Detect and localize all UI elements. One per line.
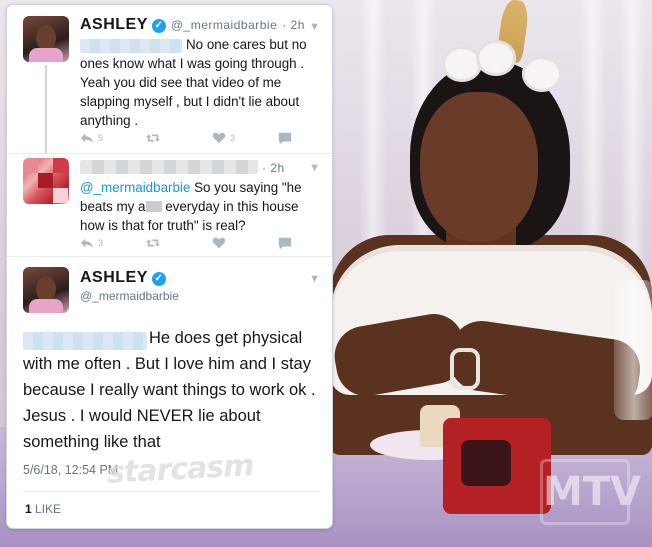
dm-icon (278, 132, 292, 145)
pixel-block (53, 158, 68, 173)
divider (23, 491, 320, 492)
reply-icon (80, 133, 94, 144)
reply-button[interactable]: 3 (80, 236, 146, 250)
reply-button[interactable]: 5 (80, 131, 146, 145)
retweet-button[interactable] (146, 236, 212, 250)
avatar-shirt (29, 299, 63, 313)
pixel-block (38, 173, 53, 188)
like-total: 1 (25, 502, 32, 516)
tweet-text: No one cares but no ones know what I was… (80, 37, 307, 128)
avatar[interactable] (23, 16, 69, 62)
dm-button[interactable] (278, 236, 332, 250)
reply-icon (80, 238, 94, 249)
tweet-datetime[interactable]: 5/6/18, 12:54 PM (23, 463, 118, 477)
pixel-block (23, 158, 38, 173)
mtv-logo: MTV (540, 459, 641, 525)
avatar-shirt (29, 48, 63, 62)
heart-icon (212, 237, 226, 249)
tweet-text: He does get physical with me often . But… (23, 329, 316, 451)
pixel-block (53, 188, 68, 203)
bracelet (450, 348, 480, 390)
author-name: ASHLEY (80, 269, 148, 286)
red-camera (443, 418, 551, 514)
camera-lens (461, 440, 511, 486)
tweet[interactable]: · 2h ▼ @_mermaidbarbie So you saying "he… (7, 154, 332, 257)
like-button[interactable]: 3 (212, 131, 278, 145)
tweet-thread-card: ASHLEY ✓ @_mermaidbarbie · 2h ▼ No one ca… (7, 5, 332, 528)
heart-icon (212, 132, 226, 144)
like-label: LIKE (35, 502, 62, 516)
tweet-time[interactable]: · 2h (262, 161, 285, 175)
tweet-actions: 5 3 (80, 131, 332, 145)
tweet[interactable]: ASHLEY ✓ @_mermaidbarbie · 2h ▼ No one ca… (7, 5, 332, 154)
verified-badge-icon: ✓ (151, 272, 166, 286)
likes-summary[interactable]: 1 LIKE (25, 502, 61, 516)
tweet-text: @_mermaidbarbie So you saying "he beats … (80, 178, 325, 235)
like-count: 3 (230, 133, 236, 143)
dm-icon (278, 237, 292, 250)
author-handle: @_mermaidbarbie (170, 18, 278, 32)
chevron-down-icon[interactable]: ▼ (309, 162, 320, 174)
retweet-icon (146, 239, 160, 247)
tweet-author[interactable]: · 2h (262, 159, 285, 177)
tweet-author[interactable]: ASHLEY ✓ @_mermaidbarbie · 2h (80, 16, 305, 34)
tweet-time[interactable]: · 2h (282, 18, 305, 32)
retweet-button[interactable] (146, 131, 212, 145)
thread-line (45, 65, 47, 153)
chevron-down-icon[interactable]: ▼ (309, 21, 320, 33)
redacted-name (80, 160, 258, 174)
tweet-author[interactable]: ASHLEY ✓ (80, 269, 166, 287)
mention-link[interactable]: @_mermaidbarbie (80, 180, 190, 195)
avatar[interactable] (23, 267, 69, 313)
avatar-blurred[interactable] (23, 158, 69, 204)
reply-count: 3 (98, 238, 104, 248)
author-name: ASHLEY (80, 16, 148, 33)
author-handle[interactable]: @_mermaidbarbie (80, 289, 179, 303)
hair-flower (522, 56, 562, 92)
censor-block (145, 201, 162, 212)
hair-flower (476, 40, 516, 76)
dm-button[interactable] (278, 131, 332, 145)
person-face (420, 92, 538, 242)
retweet-icon (146, 134, 160, 142)
like-button[interactable] (212, 236, 278, 250)
tweet-actions: 3 (80, 236, 332, 250)
reply-count: 5 (98, 133, 104, 143)
verified-badge-icon: ✓ (151, 19, 166, 33)
glass (614, 280, 652, 420)
chevron-down-icon[interactable]: ▼ (309, 273, 320, 285)
